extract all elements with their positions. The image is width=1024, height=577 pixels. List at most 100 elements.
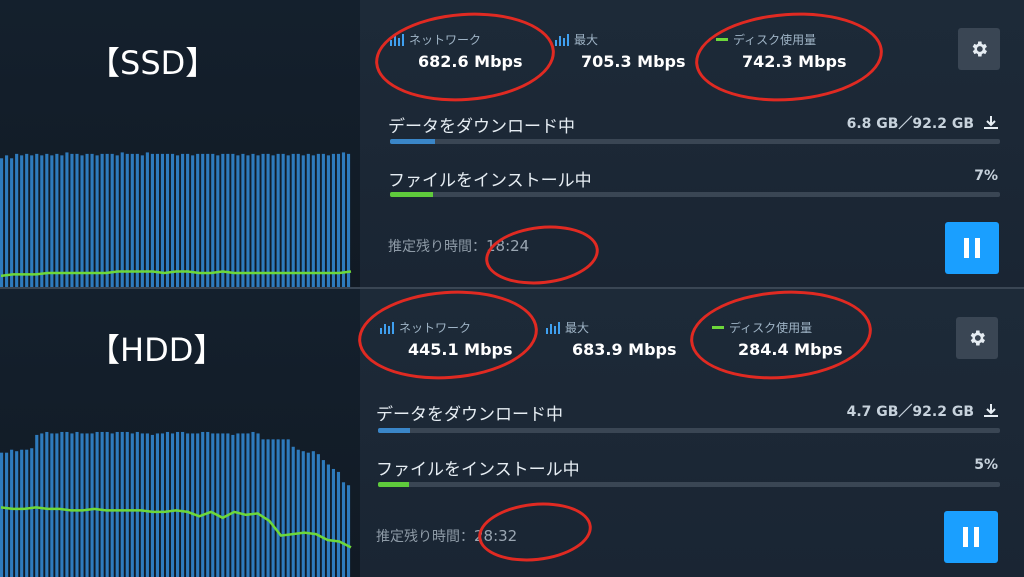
peak-value: 683.9 Mbps [572,340,677,359]
ssd-download-status: ネットワーク 682.6 Mbps 最大 705.3 Mbps ディスク使用量 … [360,0,1024,288]
network-bar [65,431,69,577]
network-bar [246,433,250,577]
settings-button[interactable] [958,28,1000,70]
install-percent: 7% [974,168,998,184]
network-bar [346,153,351,288]
network-bar [216,155,220,288]
network-bar [341,152,346,288]
pause-button[interactable] [945,222,999,274]
network-bar [251,431,255,577]
install-progress-fill [390,192,433,197]
network-bar [95,155,99,288]
network-bar [35,153,39,288]
download-progress-bar [390,139,1000,144]
network-bar [140,155,144,288]
network-bar [186,153,190,288]
network-bar [341,482,346,577]
network-bar [241,153,245,288]
network-bar [60,155,64,288]
network-bar [115,155,119,288]
download-amount: 4.7 GB／92.2 GB [846,404,974,420]
network-label: ネットワーク [409,33,482,47]
network-bar [135,153,139,288]
download-amount: 6.8 GB／92.2 GB [846,116,974,132]
network-bar [135,431,139,577]
network-bar [160,433,165,577]
network-bar [105,153,109,288]
network-bar [40,433,44,577]
network-bar [115,431,119,577]
network-value: 682.6 Mbps [418,52,523,71]
network-bar [276,153,280,288]
download-progress-fill [390,139,436,144]
network-bar [120,152,124,288]
network-bar [226,153,230,288]
network-bar [331,153,336,288]
disk-label: ディスク使用量 [733,33,817,47]
network-bar [155,153,160,288]
network-bar [326,464,330,577]
network-bar [165,153,170,288]
settings-button[interactable] [956,317,998,359]
network-bar [306,452,310,577]
network-bar [276,439,280,577]
network-bar [90,153,94,288]
network-bar [211,433,215,577]
network-bar [0,452,4,577]
time-remaining: 推定残り時間：28:32 [376,526,517,546]
network-bar [216,433,220,577]
network-bar [170,433,175,577]
pause-button[interactable] [944,511,998,563]
peak-label: 最大 [574,33,599,47]
network-bar [301,155,305,288]
network-bar [211,153,215,288]
network-bar [75,153,79,288]
network-bar [130,153,134,288]
network-bar [95,431,99,577]
network-bar [100,153,104,288]
network-bar [10,449,14,577]
network-bar [20,449,24,577]
network-bar [110,153,114,288]
network-bar [20,155,24,288]
network-bar [30,155,34,288]
hdd-disk-stat: ディスク使用量 284.4 Mbps [712,319,843,359]
download-icon [984,116,998,129]
network-bar [145,152,149,288]
network-bar [246,155,250,288]
time-remaining-label: 推定残り時間： [388,239,486,255]
network-bar [286,439,290,577]
hdd-label: 【HDD】 [88,331,226,369]
network-bar [221,153,225,288]
network-bar [296,449,300,577]
network-bar [50,155,54,288]
install-progress-bar [378,482,1000,487]
network-bar [336,153,341,288]
peak-value: 705.3 Mbps [581,52,686,71]
network-bar [316,153,320,288]
network-bar [196,153,200,288]
network-bar [30,448,34,577]
network-bar [105,431,109,577]
network-bar [40,155,44,288]
network-bar [251,153,255,288]
network-bar [80,155,84,288]
line-icon [716,38,728,41]
hdd-panel: 【HDD】 ネットワーク 445.1 Mbps 最大 683.9 Mbps ディ… [0,289,1024,577]
bar-chart-icon [555,33,569,46]
download-amount-group: 4.7 GB／92.2 GB [847,401,1000,421]
download-progress-fill [378,428,410,433]
network-bar [155,433,160,577]
network-bar [181,431,185,577]
network-bar [221,433,225,577]
time-remaining: 推定残り時間：18:24 [388,236,529,256]
network-bar [301,451,305,577]
peak-label: 最大 [565,321,590,335]
network-bar [150,434,154,577]
network-bar [256,155,260,288]
network-bar [321,153,325,288]
network-bar [201,431,205,577]
network-bar [25,153,29,288]
bar-chart-icon [380,321,394,334]
network-value: 445.1 Mbps [408,340,513,359]
